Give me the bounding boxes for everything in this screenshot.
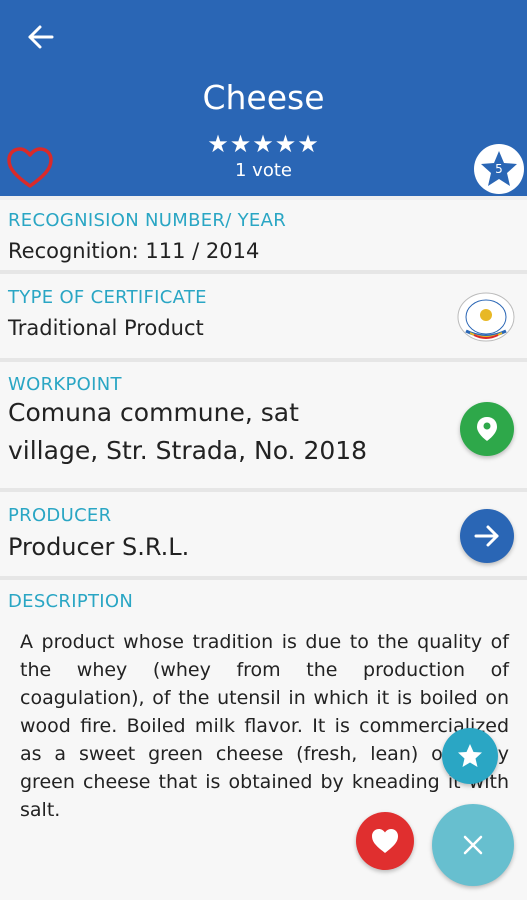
producer-value: Producer S.R.L. — [8, 533, 190, 561]
producer-label: PRODUCER — [8, 505, 112, 526]
description-label: DESCRIPTION — [8, 591, 134, 612]
location-pin-icon — [477, 417, 497, 441]
recognition-value: Recognition: 111 / 2014 — [8, 239, 260, 263]
rating-stars[interactable]: ★★★★★ — [0, 130, 527, 158]
back-button[interactable] — [22, 20, 62, 54]
rating-badge-value: 5 — [495, 162, 503, 176]
arrow-right-icon — [474, 525, 499, 547]
workpoint-line2: village, Str. Strada, No. 2018 — [8, 436, 368, 465]
page-title: Cheese — [202, 78, 325, 117]
workpoint-line1: Comuna commune, sat — [8, 398, 299, 427]
favorite-outline-button[interactable] — [6, 146, 54, 190]
rating-badge[interactable]: 5 — [474, 144, 524, 194]
certificate-value: Traditional Product — [8, 316, 204, 340]
recognition-card: RECOGNISION NUMBER/ YEAR Recognition: 11… — [0, 200, 527, 270]
description-text: A product whose tradition is due to the … — [20, 631, 509, 821]
heart-icon — [372, 829, 398, 853]
close-icon — [463, 835, 483, 855]
rate-fab[interactable] — [442, 728, 498, 784]
recognition-label: RECOGNISION NUMBER/ YEAR — [8, 210, 286, 231]
heart-outline-icon — [7, 147, 53, 188]
workpoint-card: WORKPOINT Comuna commune, sat village, S… — [0, 362, 527, 488]
app-header: Cheese ★★★★★ 1 vote 5 — [0, 0, 527, 196]
star-icon — [458, 744, 482, 767]
location-button[interactable] — [460, 402, 514, 456]
vote-count: 1 vote — [235, 160, 292, 181]
favorite-fab[interactable] — [356, 812, 414, 870]
certificate-label: TYPE OF CERTIFICATE — [8, 287, 207, 308]
certificate-card: TYPE OF CERTIFICATE Traditional Product — [0, 274, 527, 358]
back-arrow-icon — [28, 25, 54, 49]
producer-open-button[interactable] — [460, 509, 514, 563]
close-fab[interactable] — [432, 804, 514, 886]
workpoint-label: WORKPOINT — [8, 374, 122, 395]
producer-card: PRODUCER Producer S.R.L. — [0, 492, 527, 576]
traditional-product-seal — [456, 291, 516, 343]
